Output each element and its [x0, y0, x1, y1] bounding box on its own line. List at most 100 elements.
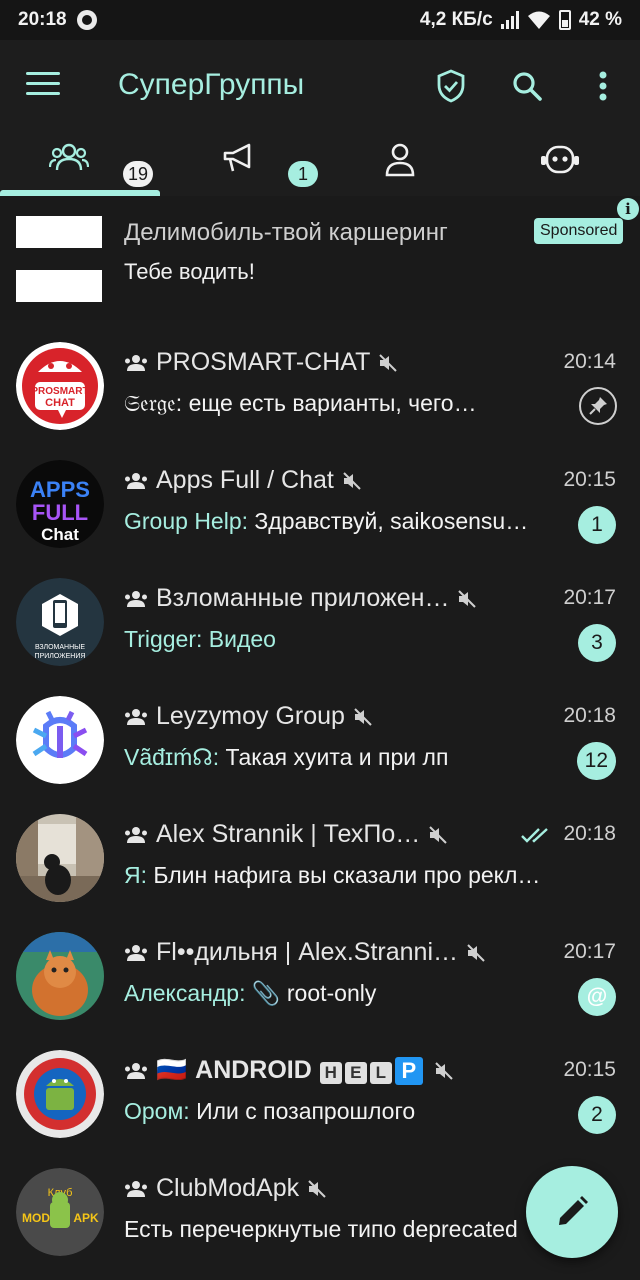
avatar: ВЗЛОМАННЫЕ ПРИЛОЖЕНИЯ	[16, 578, 104, 666]
chat-time: 20:17	[563, 940, 616, 963]
wifi-icon	[527, 11, 550, 29]
megaphone-icon	[223, 143, 251, 172]
help-letter: E	[344, 1062, 367, 1084]
mute-icon	[379, 353, 398, 372]
sponsored-ad[interactable]: Делимобиль-твой каршеринг Тебе водить! S…	[0, 196, 640, 320]
notification-icon	[76, 10, 97, 30]
avatar	[16, 696, 104, 784]
chat-name: Apps Full / Chat	[156, 466, 334, 494]
status-time: 20:18	[18, 9, 67, 30]
chat-item-leyzymoy[interactable]: Leyzymoy Group 20:18 Vãđɪḿ☊: Такая хуита…	[0, 674, 640, 792]
ad-image	[16, 216, 102, 248]
tab-badge: 19	[123, 161, 154, 187]
svg-text:ВЗЛОМАННЫЕ: ВЗЛОМАННЫЕ	[35, 644, 85, 651]
chat-preview: Ором: Или с позапрошлого	[124, 1098, 554, 1125]
tab-channels[interactable]: 1	[160, 132, 320, 196]
group-icon	[125, 1062, 147, 1079]
mute-icon	[343, 471, 361, 490]
group-icon	[125, 354, 147, 371]
sender-name: Group Help:	[124, 508, 249, 534]
group-icon	[125, 826, 147, 843]
message-text: Есть перечеркнутые типо deprecated	[124, 1216, 518, 1242]
chat-time: 20:15	[563, 1058, 616, 1081]
app-title: СуперГруппы	[118, 68, 305, 101]
group-icon	[125, 708, 147, 725]
chat-time: 20:18	[563, 704, 616, 727]
chat-item-prosmart[interactable]: PROSMART CHAT PROSMART-CHAT 20:14 𝔖𝔢𝔯𝔤𝔢: …	[0, 320, 640, 438]
tab-badge: 1	[288, 161, 318, 187]
chat-preview: 𝔖𝔢𝔯𝔤𝔢: еще есть варианты, чего…	[124, 390, 564, 417]
shield-icon[interactable]	[431, 66, 471, 106]
message-text: Блин нафига вы сказали про рекл…	[147, 862, 541, 888]
chat-name: Leyzymoy Group	[156, 702, 345, 730]
mention-badge: @	[578, 978, 616, 1016]
sender-name: Trigger: Видео	[124, 626, 276, 652]
chat-name: Fl••дильня | Alex.Stranni…	[156, 938, 459, 966]
signal-icon	[500, 11, 519, 29]
message-text: 📎 root-only	[245, 980, 377, 1006]
person-icon	[385, 143, 415, 177]
chat-name: ClubModApk	[156, 1174, 300, 1202]
battery-level: 42 %	[578, 9, 622, 30]
help-letter: H	[319, 1062, 342, 1084]
svg-text:CHAT: CHAT	[45, 397, 75, 409]
battery-icon	[558, 10, 571, 30]
chat-preview: Vãđɪḿ☊: Такая хуита и при лп	[124, 744, 554, 771]
more-options-icon[interactable]	[583, 66, 623, 106]
avatar: КлубMODAPK	[16, 1168, 104, 1256]
app-bar: СуперГруппы	[0, 40, 640, 132]
mute-icon	[435, 1061, 453, 1080]
unread-badge: 12	[576, 742, 616, 780]
mute-icon	[458, 589, 477, 608]
unread-badge: 3	[578, 624, 616, 662]
sender-name: Александр:	[124, 980, 246, 1006]
chat-time: 20:15	[563, 468, 616, 491]
chat-item-hacked-apps[interactable]: ВЗЛОМАННЫЕ ПРИЛОЖЕНИЯ Взломанные приложен…	[0, 556, 640, 674]
flag-russia-icon: 🇷🇺	[156, 1056, 188, 1084]
info-icon[interactable]: i	[617, 198, 639, 220]
ad-subtitle: Тебе водить!	[124, 259, 255, 284]
mute-icon	[429, 825, 447, 844]
ad-image	[16, 270, 102, 302]
mute-icon	[467, 943, 485, 962]
ad-title: Делимобиль-твой каршеринг	[124, 219, 448, 246]
chat-item-android-help[interactable]: 🇷🇺 ANDROID HELP 20:15 Ором: Или с позапр…	[0, 1028, 640, 1146]
chat-name: PROSMART-CHAT	[156, 348, 371, 376]
group-icon	[125, 472, 147, 489]
unread-badge: 1	[578, 506, 616, 544]
svg-text:PROSMART: PROSMART	[31, 386, 88, 397]
chat-item-flood[interactable]: Fl••дильня | Alex.Stranni… 20:17 Алексан…	[0, 910, 640, 1028]
sponsored-label[interactable]: Sponsored	[534, 218, 624, 244]
chat-preview: Я: Блин нафига вы сказали про рекл…	[124, 862, 594, 889]
chat-name: Alex Strannik | ТехПо…	[156, 820, 421, 848]
groups-icon	[49, 143, 89, 171]
sender-name: Ором:	[124, 1098, 190, 1124]
svg-text:APK: APK	[73, 1211, 99, 1225]
svg-text:APPS: APPS	[30, 477, 90, 502]
svg-text:MOD: MOD	[22, 1211, 50, 1225]
search-icon[interactable]	[507, 66, 547, 106]
message-text: Или с позапрошлого	[189, 1098, 416, 1124]
group-icon	[125, 590, 147, 607]
tab-personal[interactable]	[320, 132, 480, 196]
compose-button[interactable]	[526, 1166, 618, 1258]
chat-time: 20:17	[563, 586, 616, 609]
pin-icon	[579, 387, 617, 425]
avatar	[16, 814, 104, 902]
network-speed: 4,2 КБ/с	[419, 9, 493, 30]
tab-bots[interactable]	[480, 132, 640, 196]
avatar	[16, 932, 104, 1020]
mute-icon	[354, 707, 372, 726]
unread-badge: 2	[578, 1096, 616, 1134]
bot-icon	[541, 145, 579, 174]
chat-time: 20:14	[563, 350, 616, 373]
tab-groups[interactable]: 19	[0, 132, 160, 196]
sender-name: 𝔖𝔢𝔯𝔤𝔢:	[124, 390, 183, 416]
chat-item-alex-strannik[interactable]: Alex Strannik | ТехПо… 20:18 Я: Блин наф…	[0, 792, 640, 910]
chat-preview: Trigger: Видео	[124, 626, 554, 653]
svg-text:Chat: Chat	[41, 525, 79, 544]
menu-icon[interactable]	[26, 72, 60, 100]
mute-icon	[308, 1179, 326, 1198]
group-icon	[125, 944, 147, 961]
chat-item-apps-full[interactable]: APPS FULL Chat Apps Full / Chat 20:15 Grou…	[0, 438, 640, 556]
